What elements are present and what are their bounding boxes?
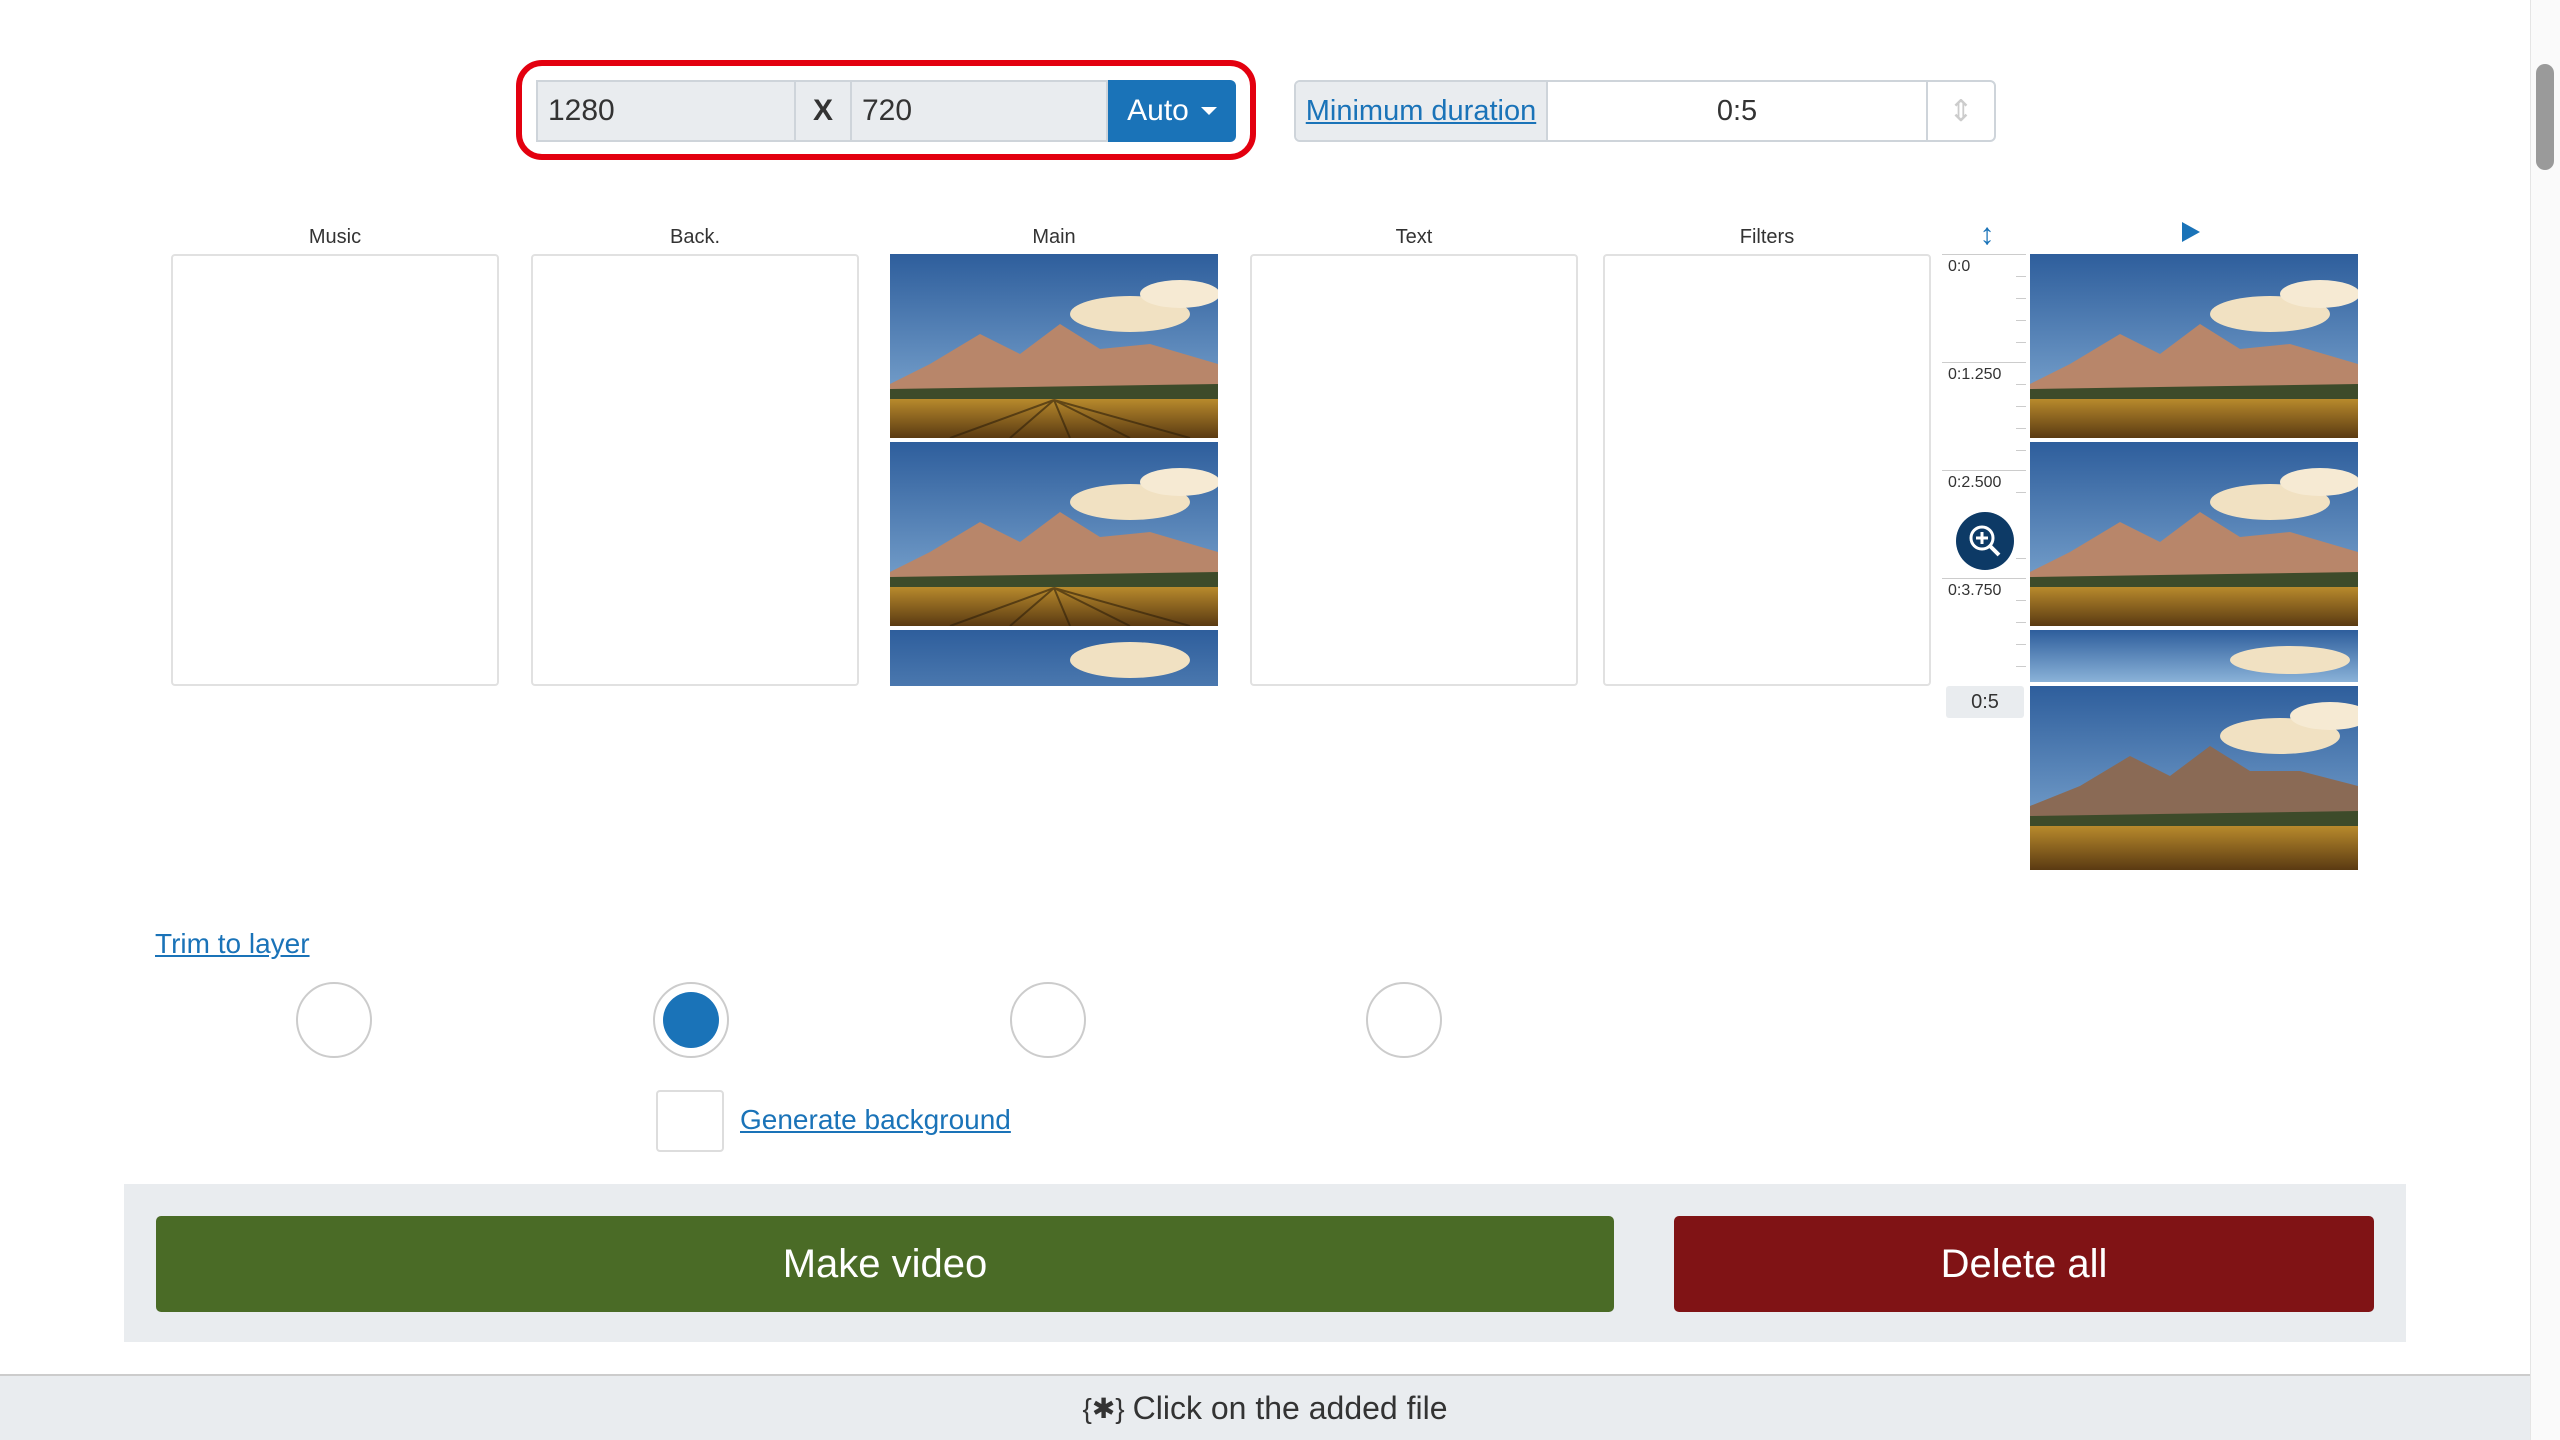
make-video-button[interactable]: Make video <box>156 1216 1614 1312</box>
caret-down-icon <box>1200 107 1217 115</box>
delete-all-button[interactable]: Delete all <box>1674 1216 2374 1312</box>
resize-vertical-icon[interactable]: ↕ <box>1972 218 2002 252</box>
width-input[interactable]: 1280 <box>536 80 796 142</box>
up-down-arrow-icon: ⇕ <box>1948 94 1974 128</box>
main-clip-thumbnail[interactable] <box>890 630 1218 686</box>
preview-thumbnail[interactable] <box>2030 630 2358 682</box>
status-text: Click on the added file <box>1132 1389 1448 1426</box>
main-clip-thumbnail[interactable] <box>890 254 1218 438</box>
ruler-mark: 0:2.500 <box>1948 474 2002 491</box>
preview-thumbnail[interactable] <box>2030 442 2358 626</box>
ruler-end-time: 0:5 <box>1946 686 2024 718</box>
scrollbar-track[interactable] <box>2530 0 2560 1440</box>
trim-radio-text[interactable] <box>1366 982 1442 1058</box>
main-layer[interactable] <box>890 254 1218 686</box>
scrollbar-thumb[interactable] <box>2536 64 2554 170</box>
preview-thumbnail[interactable] <box>2030 254 2358 438</box>
back-layer[interactable] <box>531 254 859 686</box>
trim-radio-music[interactable] <box>296 982 372 1058</box>
generate-background-link[interactable]: Generate background <box>740 1104 1011 1136</box>
size-separator: X <box>796 80 850 142</box>
zoom-in-button[interactable] <box>1956 512 2014 570</box>
size-controls: 1280 X 720 Auto <box>536 80 1236 142</box>
trim-radio-main[interactable] <box>1010 982 1086 1058</box>
zoom-in-icon <box>1969 525 2001 557</box>
minimum-duration-link[interactable]: Minimum duration <box>1296 82 1548 140</box>
ruler-mark: 0:0 <box>1948 258 1971 275</box>
filters-layer[interactable] <box>1603 254 1931 686</box>
music-layer[interactable] <box>171 254 499 686</box>
trim-radio-back[interactable] <box>653 982 729 1058</box>
column-label-music: Music <box>308 226 362 248</box>
auto-size-dropdown[interactable]: Auto <box>1108 80 1236 142</box>
column-label-main: Main <box>1032 226 1076 248</box>
column-label-back: Back. <box>669 226 721 248</box>
height-input[interactable]: 720 <box>850 80 1108 142</box>
column-label-text: Text <box>1395 226 1433 248</box>
preview-thumbnail[interactable] <box>2030 686 2358 870</box>
column-label-filters: Filters <box>1739 226 1795 248</box>
duration-input[interactable]: 0:5 <box>1548 82 1928 140</box>
duration-spinner[interactable]: ⇕ <box>1928 82 1994 140</box>
play-icon[interactable] <box>2182 222 2200 242</box>
preview-layer[interactable] <box>2030 254 2358 870</box>
generate-background-checkbox[interactable] <box>656 1090 724 1152</box>
ruler-mark: 0:3.750 <box>1948 582 2002 599</box>
trim-to-layer-link[interactable]: Trim to layer <box>155 928 310 960</box>
text-layer[interactable] <box>1250 254 1578 686</box>
duration-controls: Minimum duration 0:5 ⇕ <box>1294 80 1996 142</box>
timeline-ruler: 0:0 0:1.250 0:2.500 0:3.750 <box>1942 254 2026 714</box>
status-bar: {✱} Click on the added file <box>0 1374 2530 1440</box>
gear-icon: {✱} <box>1082 1392 1125 1424</box>
auto-size-label: Auto <box>1127 94 1189 127</box>
ruler-mark: 0:1.250 <box>1948 366 2002 383</box>
main-clip-thumbnail[interactable] <box>890 442 1218 626</box>
